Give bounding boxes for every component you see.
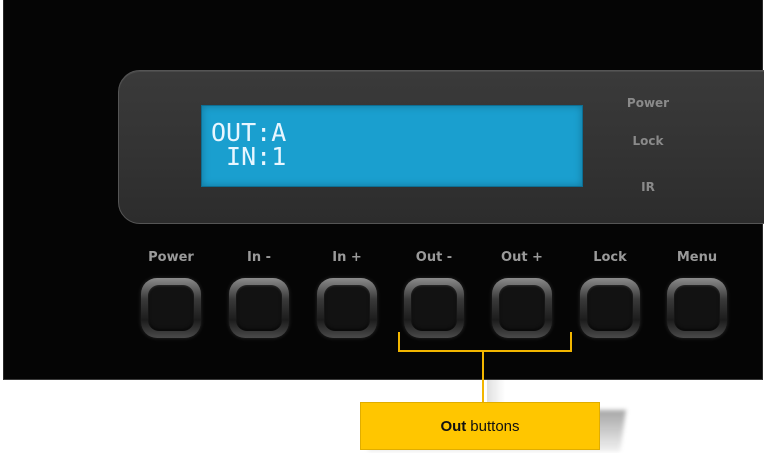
lcd-line-input: IN:1 bbox=[211, 142, 287, 171]
out-plus-button-cap bbox=[499, 285, 545, 331]
power-button-label: Power bbox=[148, 250, 194, 265]
in-plus-button[interactable] bbox=[317, 278, 377, 338]
callout-connector-line bbox=[482, 352, 484, 402]
menu-button-cap bbox=[674, 285, 720, 331]
out-minus-button-label: Out - bbox=[415, 250, 453, 265]
out-buttons-bracket bbox=[398, 332, 572, 352]
in-minus-button[interactable] bbox=[229, 278, 289, 338]
out-plus-button[interactable] bbox=[492, 278, 552, 338]
stage: OUT:A IN:1 Power Lock IR Power In - In +… bbox=[0, 0, 764, 453]
power-indicator-label: Power bbox=[626, 96, 670, 110]
lock-button[interactable] bbox=[580, 278, 640, 338]
in-plus-button-cap bbox=[324, 285, 370, 331]
out-buttons-callout: Out buttons bbox=[360, 402, 600, 450]
menu-button[interactable] bbox=[667, 278, 727, 338]
ir-indicator-label: IR bbox=[641, 180, 655, 194]
callout-text: buttons bbox=[470, 417, 520, 435]
callout-bold-text: Out bbox=[440, 417, 467, 435]
lock-button-cap bbox=[587, 285, 633, 331]
out-minus-button-cap bbox=[411, 285, 457, 331]
lock-button-label: Lock bbox=[593, 250, 627, 265]
power-button-cap bbox=[148, 285, 194, 331]
connector-shadow bbox=[487, 380, 505, 404]
out-minus-button[interactable] bbox=[404, 278, 464, 338]
in-minus-button-label: In - bbox=[246, 250, 271, 265]
menu-button-label: Menu bbox=[676, 250, 718, 265]
in-minus-button-cap bbox=[236, 285, 282, 331]
lock-indicator-label: Lock bbox=[632, 134, 664, 148]
lcd-display: OUT:A IN:1 bbox=[201, 105, 583, 187]
power-button[interactable] bbox=[141, 278, 201, 338]
out-plus-button-label: Out + bbox=[501, 250, 543, 265]
in-plus-button-label: In + bbox=[332, 250, 362, 265]
